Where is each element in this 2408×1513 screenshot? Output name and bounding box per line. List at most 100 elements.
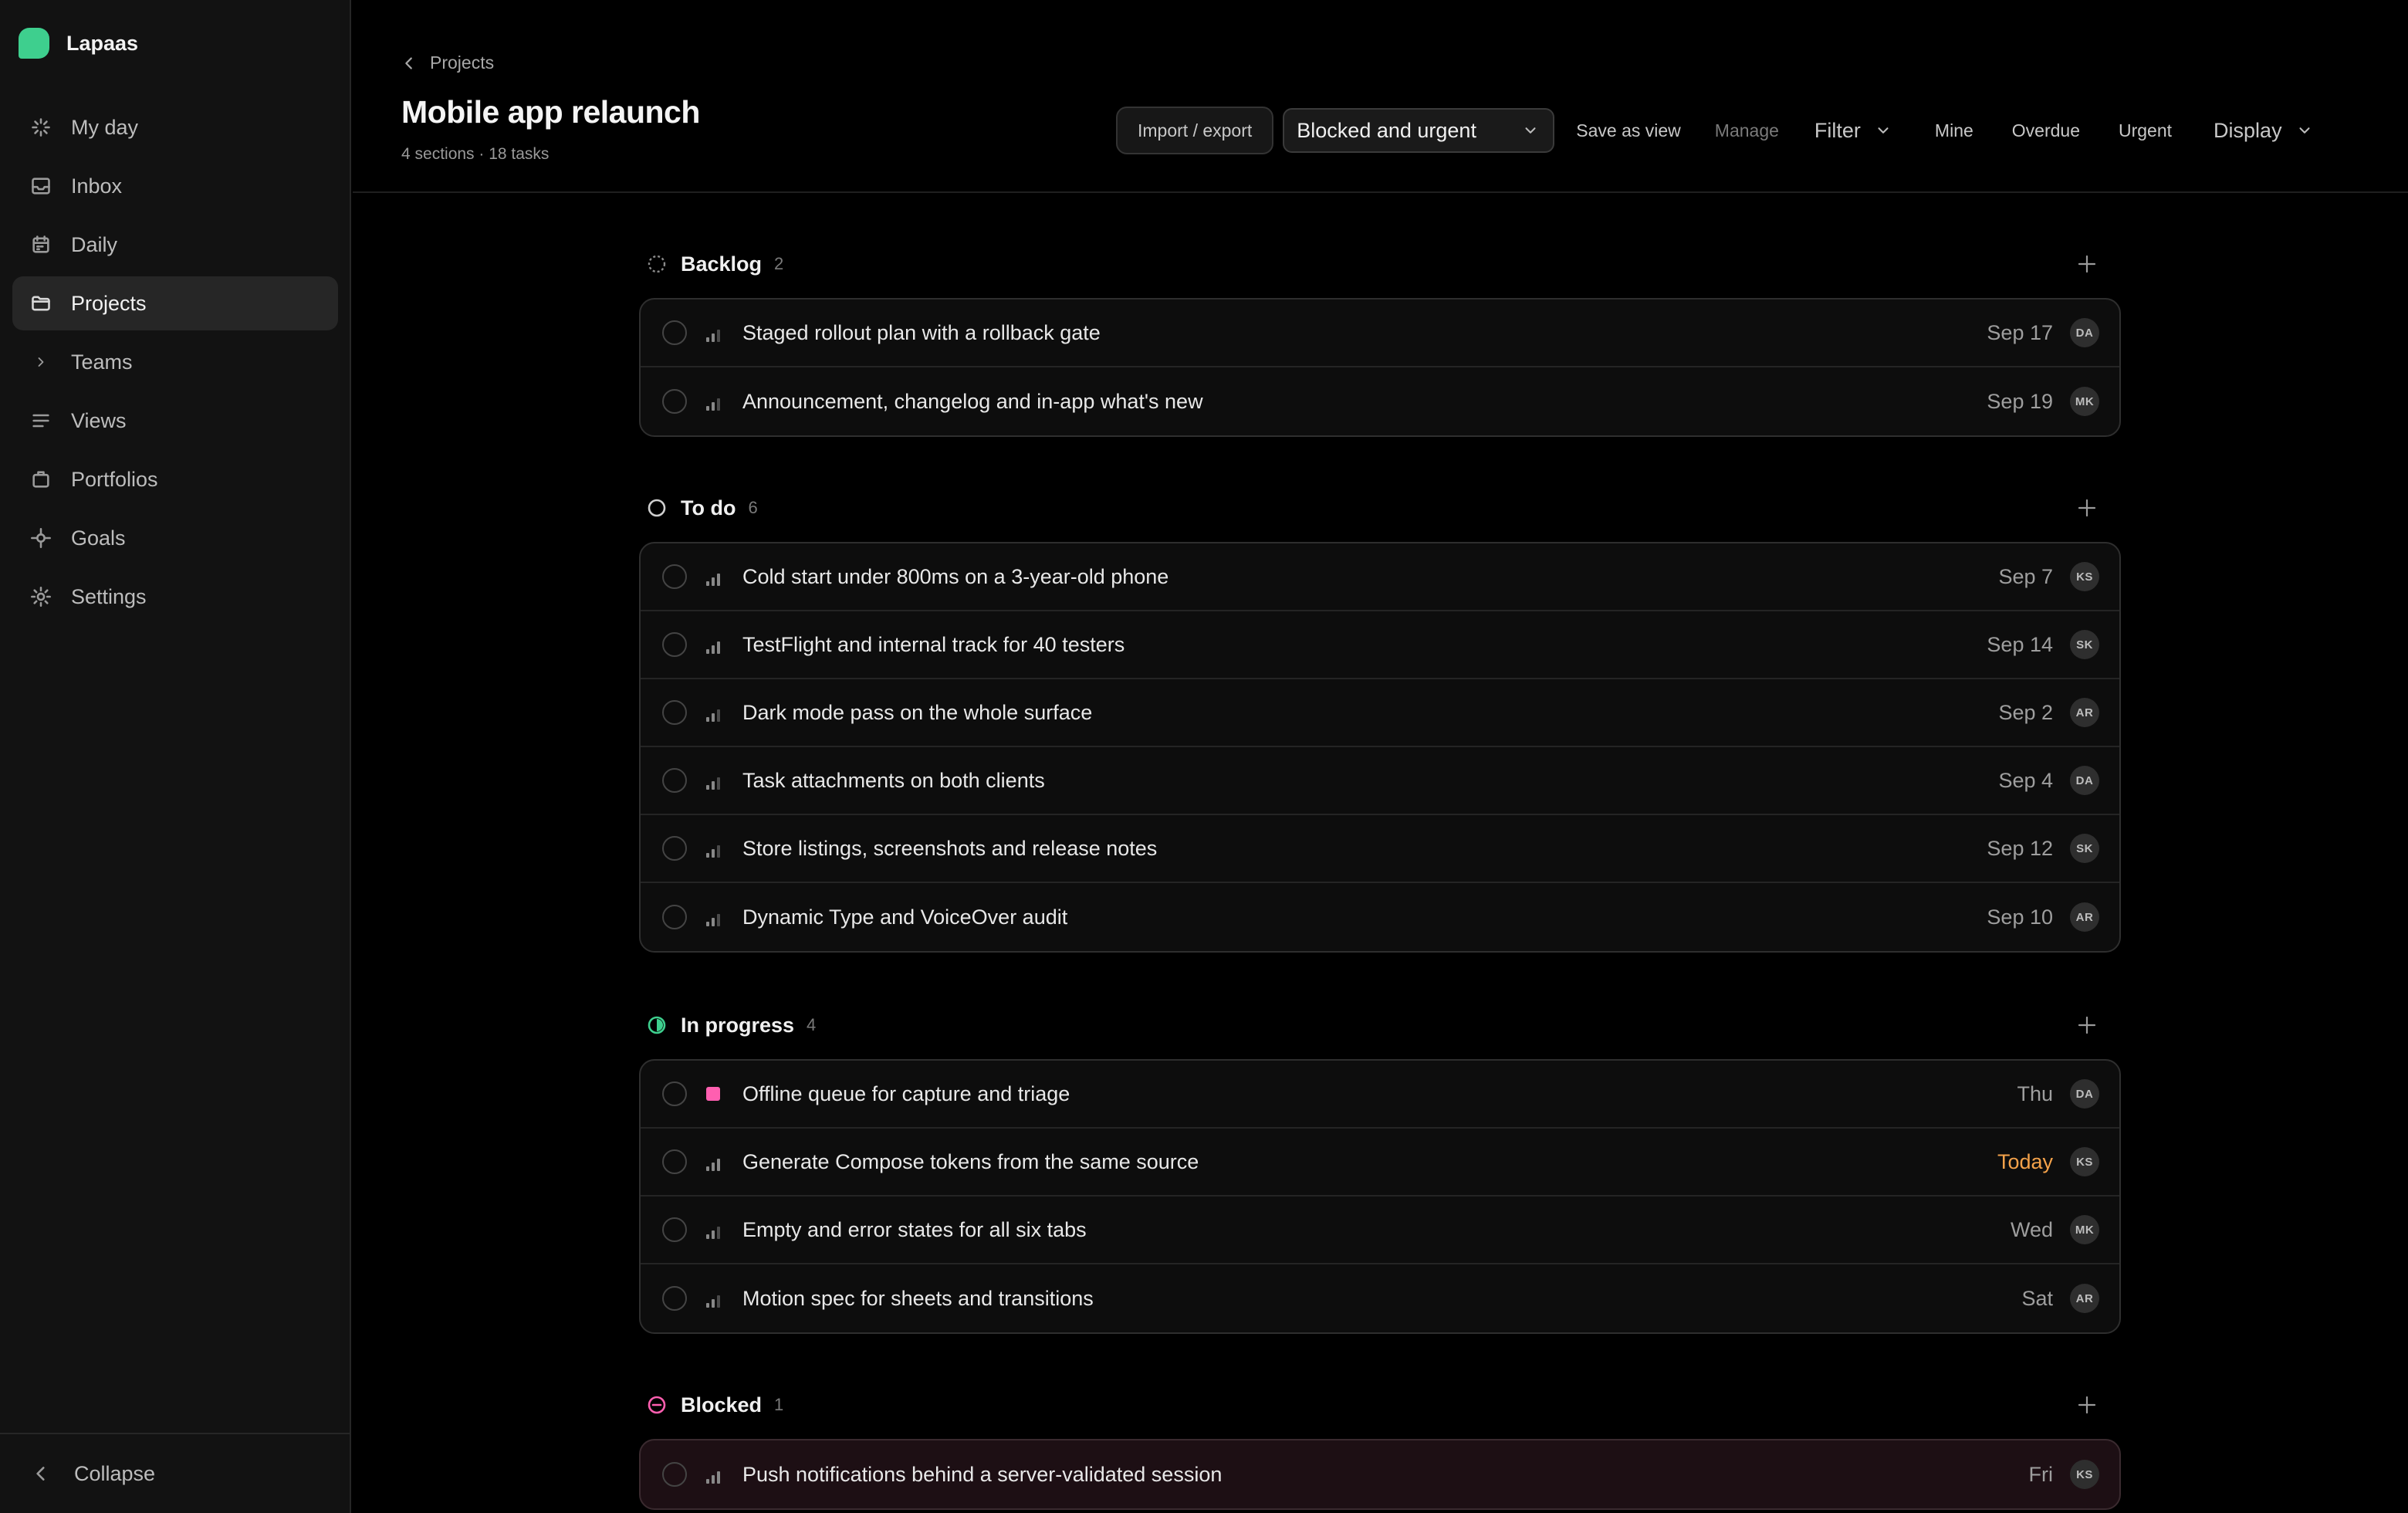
section-title: Blocked xyxy=(681,1393,763,1417)
task-checkbox[interactable] xyxy=(662,1462,687,1487)
task-group-todo: Cold start under 800ms on a 3-year-old p… xyxy=(639,542,2121,953)
assignee-avatar[interactable]: DA xyxy=(2070,766,2099,795)
task-row[interactable]: TestFlight and internal track for 40 tes… xyxy=(641,611,2119,679)
assignee-avatar[interactable]: SK xyxy=(2070,834,2099,863)
priority-low-icon xyxy=(704,1289,722,1308)
collapse-sidebar-button[interactable]: Collapse xyxy=(0,1433,350,1513)
assignee-avatar[interactable]: MK xyxy=(2070,387,2099,416)
assignee-avatar[interactable]: MK xyxy=(2070,1215,2099,1244)
sidebar-item-settings[interactable]: Settings xyxy=(12,570,338,624)
task-title: Empty and error states for all six tabs xyxy=(742,1217,1087,1241)
assignee-avatar[interactable]: DA xyxy=(2070,318,2099,347)
task-checkbox[interactable] xyxy=(662,564,687,589)
task-row[interactable]: Task attachments on both clients Sep 4 D… xyxy=(641,747,2119,815)
section-title: In progress xyxy=(681,1013,795,1037)
task-checkbox[interactable] xyxy=(662,1149,687,1174)
chevron-down-icon xyxy=(2299,127,2310,134)
assignee-avatar[interactable]: AR xyxy=(2070,902,2099,932)
priority-low-icon xyxy=(704,908,722,926)
display-button[interactable]: Display xyxy=(2214,119,2313,143)
task-checkbox[interactable] xyxy=(662,1286,687,1311)
task-list: Backlog 2 Staged rollout plan with a rol… xyxy=(353,195,2408,1513)
task-row[interactable]: Offline queue for capture and triage Thu… xyxy=(641,1061,2119,1129)
sidebar-item-my-day[interactable]: My day xyxy=(12,100,338,154)
breadcrumb[interactable]: Projects xyxy=(401,52,494,73)
task-row[interactable]: Staged rollout plan with a rollback gate… xyxy=(641,300,2119,367)
task-row[interactable]: Empty and error states for all six tabs … xyxy=(641,1197,2119,1264)
task-row[interactable]: Dark mode pass on the whole surface Sep … xyxy=(641,679,2119,747)
task-checkbox[interactable] xyxy=(662,632,687,657)
sidebar-item-label: Goals xyxy=(71,526,126,550)
import-export-button[interactable]: Import / export xyxy=(1116,107,1274,154)
assignee-avatar[interactable]: AR xyxy=(2070,1284,2099,1313)
view-select[interactable]: Blocked and urgent xyxy=(1283,108,1555,153)
task-title: Staged rollout plan with a rollback gate xyxy=(742,320,1101,344)
sidebar-item-views[interactable]: Views xyxy=(12,394,338,448)
mine-filter-chip[interactable]: Mine xyxy=(1935,120,1973,141)
toolbar: Import / export Blocked and urgent Save … xyxy=(1116,107,2313,154)
priority-low-icon xyxy=(704,392,722,411)
assignee-avatar[interactable]: KS xyxy=(2070,1147,2099,1176)
add-task-icon[interactable] xyxy=(2076,253,2098,275)
sidebar-item-goals[interactable]: Goals xyxy=(12,511,338,565)
task-checkbox[interactable] xyxy=(662,905,687,929)
sidebar-item-label: Teams xyxy=(71,350,133,374)
manage-button[interactable]: Manage xyxy=(1715,120,1779,141)
assignee-avatar[interactable]: KS xyxy=(2070,1460,2099,1489)
task-row[interactable]: Dynamic Type and VoiceOver audit Sep 10 … xyxy=(641,883,2119,951)
assignee-avatar[interactable]: KS xyxy=(2070,562,2099,591)
task-checkbox[interactable] xyxy=(662,320,687,345)
section-header-backlog[interactable]: Backlog 2 xyxy=(645,242,2121,286)
task-row[interactable]: Generate Compose tokens from the same so… xyxy=(641,1129,2119,1197)
folder-icon xyxy=(29,292,52,315)
task-due-date: Wed xyxy=(2010,1217,2053,1241)
assignee-avatar[interactable]: AR xyxy=(2070,698,2099,727)
sidebar: Lapaas My day Inbox Daily Projects Teams… xyxy=(0,0,351,1513)
sidebar-item-portfolios[interactable]: Portfolios xyxy=(12,452,338,506)
task-row[interactable]: Motion spec for sheets and transitions S… xyxy=(641,1264,2119,1332)
add-task-icon[interactable] xyxy=(2076,497,2098,519)
section-title: To do xyxy=(681,496,736,520)
task-title: TestFlight and internal track for 40 tes… xyxy=(742,632,1125,656)
section-count: 4 xyxy=(807,1015,817,1034)
task-row[interactable]: Push notifications behind a server-valid… xyxy=(641,1440,2119,1508)
section-header-todo[interactable]: To do 6 xyxy=(645,486,2121,530)
workspace-switcher[interactable]: Lapaas xyxy=(19,25,138,62)
save-as-view-button[interactable]: Save as view xyxy=(1576,120,1681,141)
backlog-status-icon xyxy=(648,255,666,273)
priority-medium-icon xyxy=(704,771,722,790)
sidebar-item-daily[interactable]: Daily xyxy=(12,218,338,272)
task-checkbox[interactable] xyxy=(662,1081,687,1106)
overdue-filter-chip[interactable]: Overdue xyxy=(2012,120,2080,141)
task-checkbox[interactable] xyxy=(662,700,687,725)
breadcrumb-projects[interactable]: Projects xyxy=(430,52,494,73)
task-row[interactable]: Store listings, screenshots and release … xyxy=(641,815,2119,883)
section-header-blocked[interactable]: Blocked 1 xyxy=(645,1383,2121,1427)
assignee-avatar[interactable]: SK xyxy=(2070,630,2099,659)
todo-status-icon xyxy=(648,499,666,517)
assignee-avatar[interactable]: DA xyxy=(2070,1079,2099,1109)
task-checkbox[interactable] xyxy=(662,389,687,414)
sidebar-item-label: Projects xyxy=(71,291,147,315)
urgent-filter-chip[interactable]: Urgent xyxy=(2119,120,2172,141)
task-row[interactable]: Announcement, changelog and in-app what'… xyxy=(641,367,2119,435)
task-checkbox[interactable] xyxy=(662,768,687,793)
task-group-blocked: Push notifications behind a server-valid… xyxy=(639,1439,2121,1510)
section-header-in-progress[interactable]: In progress 4 xyxy=(645,1004,2121,1047)
sidebar-item-label: My day xyxy=(71,115,139,139)
filter-button[interactable]: Filter xyxy=(1814,119,1892,143)
sidebar-item-projects[interactable]: Projects xyxy=(12,276,338,330)
task-row[interactable]: Cold start under 800ms on a 3-year-old p… xyxy=(641,543,2119,611)
add-task-icon[interactable] xyxy=(2076,1014,2098,1036)
add-task-icon[interactable] xyxy=(2076,1394,2098,1416)
gear-icon xyxy=(29,585,52,608)
task-checkbox[interactable] xyxy=(662,1217,687,1242)
task-title: Dynamic Type and VoiceOver audit xyxy=(742,905,1068,929)
task-due-date: Sep 7 xyxy=(1998,564,2053,588)
sidebar-item-inbox[interactable]: Inbox xyxy=(12,159,338,213)
sidebar-item-teams[interactable]: Teams xyxy=(12,335,338,389)
sidebar-item-label: Views xyxy=(71,408,127,432)
task-checkbox[interactable] xyxy=(662,836,687,861)
chevron-down-icon xyxy=(1525,127,1536,134)
priority-low-icon xyxy=(704,323,722,342)
